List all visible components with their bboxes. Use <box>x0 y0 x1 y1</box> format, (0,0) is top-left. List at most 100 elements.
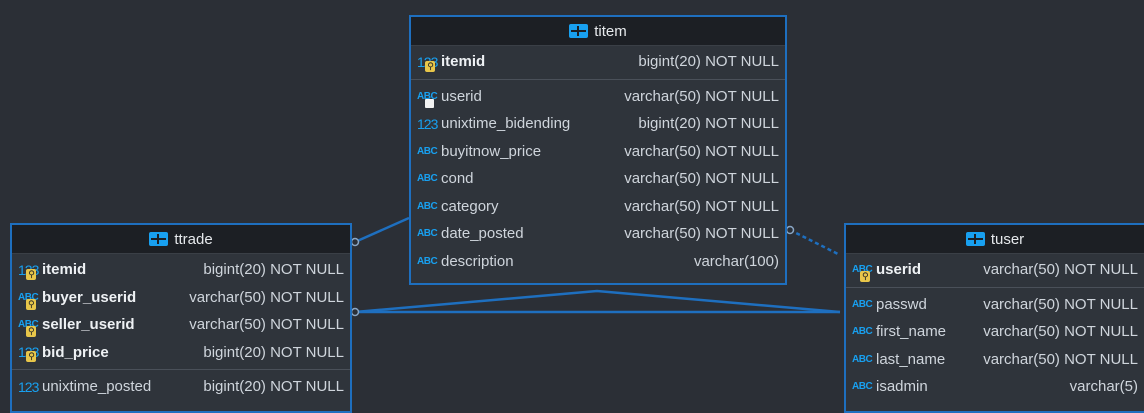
entity-titem-header[interactable]: titem <box>411 17 785 46</box>
column-name: buyer_userid <box>42 288 137 306</box>
text-type-icon: ABC <box>852 326 873 338</box>
titem-key-section: 123⚲itemid bigint(20) NOT NULL <box>411 46 785 80</box>
column-row[interactable]: ABC description varchar(100) <box>411 248 785 276</box>
text-type-icon: ABC <box>417 228 438 240</box>
column-row[interactable]: 123⚲itemid bigint(20) NOT NULL <box>12 256 350 284</box>
column-name: first_name <box>876 323 947 341</box>
entity-tuser[interactable]: tuser ABC ⚲ userid varchar(50) NOT NULL ABC… <box>844 223 1144 413</box>
primary-key-icon: ⚲ <box>26 351 36 363</box>
column-type: varchar(50) NOT NULL <box>624 87 779 105</box>
column-row[interactable]: ABC isadmin varchar(5) <box>846 373 1144 401</box>
column-type: bigint(20) NOT NULL <box>638 53 779 71</box>
column-name: date_posted <box>441 225 524 243</box>
column-type: varchar(50) NOT NULL <box>624 197 779 215</box>
text-type-icon: ABC ⚲ <box>18 319 39 338</box>
connector-titem-ttrade[interactable] <box>354 216 410 244</box>
column-name: userid <box>876 261 922 279</box>
numeric-type-icon: 123⚲ <box>417 54 439 72</box>
numeric-type-icon: 123 <box>18 378 39 395</box>
column-name: isadmin <box>876 378 928 396</box>
text-type-icon: ABC ⚲ <box>18 291 39 310</box>
column-row[interactable]: ABC userid varchar(50) NOT NULL <box>411 83 785 111</box>
connector-end-ttrade-2 <box>350 307 360 317</box>
ttrade-columns-section: 123 unixtime_posted bigint(20) NOT NULL <box>12 370 350 401</box>
column-name: seller_userid <box>42 316 135 334</box>
primary-key-icon: ⚲ <box>26 326 36 338</box>
column-name: category <box>441 197 499 215</box>
entity-tuser-title: tuser <box>990 230 1025 248</box>
column-name: unixtime_bidending <box>441 115 571 133</box>
column-type: bigint(20) NOT NULL <box>203 343 344 361</box>
entity-tuser-header[interactable]: tuser <box>846 225 1144 254</box>
entity-titem[interactable]: titem 123⚲itemidbigint(20) NOT NULL ABCu… <box>409 15 787 285</box>
tuser-columns-section: ABC passwd varchar(50) NOT NULL ABC first_na… <box>846 288 1144 401</box>
column-name: unixtime_posted <box>42 378 152 396</box>
column-type: varchar(50) NOT NULL <box>983 261 1138 279</box>
column-row[interactable]: ABC ⚲ userid varchar(50) NOT NULL <box>846 256 1144 284</box>
column-name: itemid <box>42 261 87 279</box>
column-row[interactable]: ABC date_posted varchar(50) NOT NULL <box>411 220 785 248</box>
table-icon <box>965 232 985 246</box>
primary-key-icon: ⚲ <box>425 60 435 72</box>
column-row[interactable]: ABC cond varchar(50) NOT NULL <box>411 165 785 193</box>
connector-end-ttrade-1 <box>350 237 360 247</box>
text-type-icon: ABC ⚲ <box>852 264 873 283</box>
column-row[interactable]: ABC ⚲ seller_userid varchar(50) NOT NULL <box>12 311 350 339</box>
column-row[interactable]: 123⚲itemid bigint(20) NOT NULL <box>411 48 785 76</box>
column-name: userid <box>441 87 482 105</box>
connector-titem-tuser[interactable] <box>789 228 841 257</box>
column-row[interactable]: ABC last_name varchar(50) NOT NULL <box>846 346 1144 374</box>
text-type-icon: ABC <box>417 91 439 108</box>
column-name: last_name <box>876 350 946 368</box>
column-row[interactable]: ABC buyitnow_price varchar(50) NOT NULL <box>411 138 785 166</box>
primary-key-icon: ⚲ <box>26 268 36 280</box>
entity-ttrade[interactable]: ttrade 123⚲itemidbigint(20) NOT NULLABC⚲… <box>10 223 352 413</box>
column-type: varchar(50) NOT NULL <box>189 316 344 334</box>
column-type: bigint(20) NOT NULL <box>203 378 344 396</box>
foreign-key-icon <box>425 98 434 108</box>
text-type-icon: ABC <box>417 173 438 185</box>
numeric-type-icon: 123 <box>417 115 438 132</box>
primary-key-icon: ⚲ <box>26 298 36 310</box>
entity-titem-title: titem <box>594 22 627 40</box>
tuser-key-section: ABC ⚲ userid varchar(50) NOT NULL <box>846 254 1144 288</box>
column-name: cond <box>441 170 474 188</box>
column-row[interactable]: ABC ⚲ buyer_userid varchar(50) NOT NULL <box>12 284 350 312</box>
column-name: buyitnow_price <box>441 142 542 160</box>
column-row[interactable]: ABC passwd varchar(50) NOT NULL <box>846 291 1144 319</box>
column-name: bid_price <box>42 343 109 361</box>
column-row[interactable]: 123 unixtime_posted bigint(20) NOT NULL <box>12 373 350 401</box>
numeric-type-icon: 123⚲ <box>18 344 40 363</box>
text-type-icon: ABC <box>852 298 873 310</box>
column-type: varchar(50) NOT NULL <box>624 142 779 160</box>
text-type-icon: ABC <box>417 145 438 157</box>
text-type-icon: ABC <box>852 381 873 393</box>
table-icon <box>569 24 589 38</box>
column-row[interactable]: 123⚲bid_price bigint(20) NOT NULL <box>12 339 350 367</box>
column-type: varchar(50) NOT NULL <box>189 288 344 306</box>
column-type: varchar(50) NOT NULL <box>983 350 1138 368</box>
column-type: varchar(50) NOT NULL <box>983 323 1138 341</box>
text-type-icon: ABC <box>417 200 438 212</box>
text-type-icon: ABC <box>852 353 873 365</box>
column-row[interactable]: ABC first_name varchar(50) NOT NULL <box>846 318 1144 346</box>
column-row[interactable]: ABC category varchar(50) NOT NULL <box>411 193 785 221</box>
column-name: itemid <box>441 53 486 71</box>
text-type-icon: ABC <box>417 255 438 267</box>
entity-ttrade-title: ttrade <box>174 230 213 248</box>
column-type: varchar(50) NOT NULL <box>624 225 779 243</box>
column-type: bigint(20) NOT NULL <box>203 261 344 279</box>
entity-ttrade-header[interactable]: ttrade <box>12 225 350 254</box>
ttrade-key-section: 123⚲ itemid bigint(20) NOT NULL ABC⚲buyer_u… <box>12 254 350 370</box>
column-type: varchar(100) <box>693 252 779 270</box>
connector-ttrade-tuser-buyer[interactable] <box>354 289 841 314</box>
column-type: varchar(50) NOT NULL <box>983 295 1138 313</box>
column-name: passwd <box>876 295 927 313</box>
column-type: varchar(50) NOT NULL <box>624 170 779 188</box>
column-row[interactable]: 123 unixtime_bidending bigint(20) NOT NULL <box>411 110 785 138</box>
column-type: bigint(20) NOT NULL <box>638 115 779 133</box>
column-type: varchar(5) <box>1069 378 1138 396</box>
erd-canvas[interactable]: titem 123⚲itemidbigint(20) NOT NULL ABCu… <box>0 0 1144 413</box>
column-name: description <box>441 252 514 270</box>
titem-columns-section: ABC userid varchar(50) NOT NULL 123 unixtime… <box>411 80 785 276</box>
